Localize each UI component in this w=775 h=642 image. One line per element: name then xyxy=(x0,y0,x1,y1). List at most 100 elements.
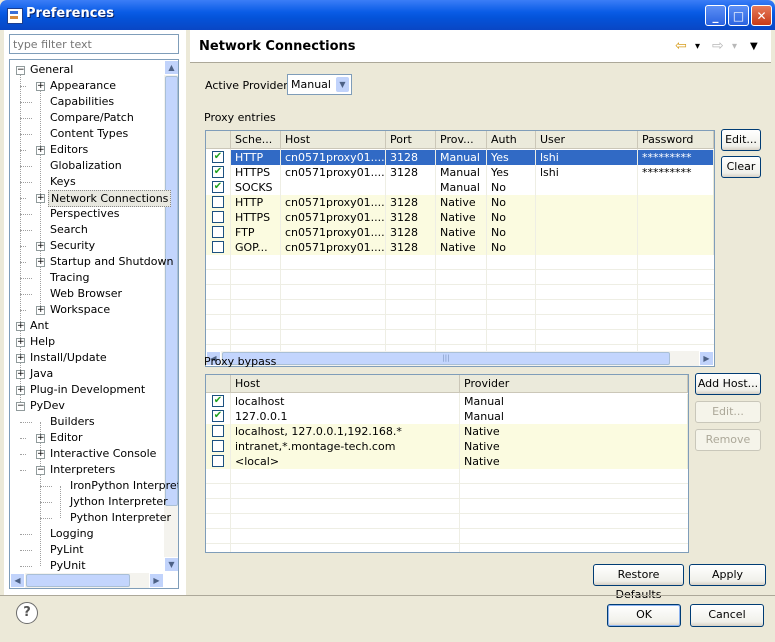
proxy-edit-button[interactable]: Edit... xyxy=(721,129,761,151)
tree-item[interactable]: − PyDev xyxy=(10,398,162,414)
row-checkbox[interactable]: ✔ xyxy=(212,395,224,407)
tree-item[interactable]: + Ant xyxy=(10,318,162,334)
forward-menu-chevron-icon[interactable]: ▾ xyxy=(732,41,737,52)
tree-item[interactable]: PyUnit xyxy=(10,558,162,574)
scroll-left-arrow[interactable]: ◀ xyxy=(10,573,25,588)
restore-defaults-button[interactable]: Restore Defaults xyxy=(593,564,684,601)
row-checkbox[interactable]: ✔ xyxy=(212,151,224,163)
remove-button[interactable]: Remove xyxy=(695,429,761,451)
scroll-thumb[interactable] xyxy=(165,76,178,506)
row-checkbox[interactable] xyxy=(212,196,224,208)
back-arrow-icon[interactable]: ⇦ xyxy=(675,38,687,54)
table-row[interactable]: ✔ 127.0.0.1 Manual xyxy=(206,409,688,424)
tree-horizontal-scrollbar[interactable]: ◀ ▶ xyxy=(10,573,164,588)
tree-item[interactable]: + Plug-in Development xyxy=(10,382,162,398)
add-host-button[interactable]: Add Host... xyxy=(695,373,761,395)
proxy-column-header[interactable]: Sche... xyxy=(231,131,281,149)
expand-icon[interactable]: + xyxy=(36,306,45,315)
tree-item[interactable]: + Help xyxy=(10,334,162,350)
expand-icon[interactable]: + xyxy=(36,434,45,443)
proxy-bypass-table[interactable]: Host Provider ✔ localhost Manual ✔ 127.0.0.1 M… xyxy=(205,374,689,553)
tree-item[interactable]: + Interactive Console xyxy=(10,446,162,462)
row-checkbox[interactable] xyxy=(212,440,224,452)
scroll-up-arrow[interactable]: ▲ xyxy=(164,60,178,75)
tree-item[interactable]: + Workspace xyxy=(10,302,162,318)
expand-icon[interactable]: + xyxy=(16,370,25,379)
tree-item[interactable]: Content Types xyxy=(10,126,162,142)
proxy-column-header[interactable]: User xyxy=(536,131,638,149)
tree-item[interactable]: Perspectives xyxy=(10,206,162,222)
expand-icon[interactable]: + xyxy=(16,386,25,395)
view-menu-icon[interactable]: ▼ xyxy=(750,41,758,52)
tree-item[interactable]: Builders xyxy=(10,414,162,430)
row-checkbox[interactable] xyxy=(212,425,224,437)
dropdown-arrow-icon[interactable]: ▼ xyxy=(335,76,350,93)
expand-icon[interactable]: + xyxy=(36,242,45,251)
tree-item[interactable]: Python Interpreter xyxy=(10,510,171,526)
tree-item[interactable]: + Editor xyxy=(10,430,162,446)
tree-item[interactable]: Logging xyxy=(10,526,162,542)
collapse-icon[interactable]: − xyxy=(16,66,25,75)
expand-icon[interactable]: + xyxy=(16,338,25,347)
row-checkbox[interactable] xyxy=(212,211,224,223)
tree-item[interactable]: + Editors xyxy=(10,142,162,158)
tree-item[interactable]: + Startup and Shutdown xyxy=(10,254,173,270)
tree-item[interactable]: − General xyxy=(10,62,162,78)
table-row[interactable]: <local> Native xyxy=(206,454,688,469)
expand-icon[interactable]: + xyxy=(36,258,45,267)
proxy-column-header[interactable]: Port xyxy=(386,131,436,149)
cancel-button[interactable]: Cancel xyxy=(690,604,764,627)
apply-button[interactable]: Apply xyxy=(689,564,766,586)
tree-item[interactable]: Web Browser xyxy=(10,286,162,302)
bypass-column-header[interactable]: Host xyxy=(231,375,460,393)
tree-item[interactable]: Capabilities xyxy=(10,94,162,110)
expand-icon[interactable]: + xyxy=(16,322,25,331)
proxy-entries-table[interactable]: Sche... Host Port Prov... Auth User Password ◀… xyxy=(205,130,715,367)
help-icon[interactable]: ? xyxy=(16,602,38,624)
bypass-column-header[interactable] xyxy=(206,375,231,393)
title-bar[interactable]: Preferences _ □ ✕ xyxy=(0,0,775,30)
tree-item[interactable]: + Appearance xyxy=(10,78,162,94)
proxy-horizontal-scrollbar[interactable]: ◀ ||| ▶ xyxy=(206,351,714,366)
proxy-column-header[interactable]: Host xyxy=(281,131,386,149)
minimize-button[interactable]: _ xyxy=(705,5,726,26)
table-row[interactable]: localhost, 127.0.0.1,192.168.* Native xyxy=(206,424,688,439)
tree-item[interactable]: IronPython Interpreter xyxy=(10,478,178,494)
scroll-right-arrow[interactable]: ▶ xyxy=(149,573,164,588)
proxy-column-header[interactable]: Auth xyxy=(487,131,536,149)
row-checkbox[interactable]: ✔ xyxy=(212,410,224,422)
tree-item[interactable]: Tracing xyxy=(10,270,162,286)
tree-item[interactable]: PyLint xyxy=(10,542,162,558)
ok-button[interactable]: OK xyxy=(607,604,681,627)
row-checkbox[interactable] xyxy=(212,241,224,253)
tree-item[interactable]: Search xyxy=(10,222,162,238)
expand-icon[interactable]: + xyxy=(36,450,45,459)
tree-item[interactable]: Jython Interpreter xyxy=(10,494,168,510)
row-checkbox[interactable] xyxy=(212,226,224,238)
proxy-column-header[interactable]: Password xyxy=(638,131,714,149)
tree-item[interactable]: + Java xyxy=(10,366,162,382)
collapse-icon[interactable]: − xyxy=(16,402,25,411)
bypass-edit-button[interactable]: Edit... xyxy=(695,401,761,423)
forward-arrow-icon[interactable]: ⇨ xyxy=(712,38,724,54)
tree-item[interactable]: − Interpreters xyxy=(10,462,162,478)
bypass-column-header[interactable]: Provider xyxy=(460,375,688,393)
proxy-column-header[interactable] xyxy=(206,131,231,149)
row-checkbox[interactable]: ✔ xyxy=(212,166,224,178)
table-row[interactable]: intranet,*.montage-tech.com Native xyxy=(206,439,688,454)
proxy-clear-button[interactable]: Clear xyxy=(721,156,761,178)
scroll-down-arrow[interactable]: ▼ xyxy=(164,557,178,572)
tree-item[interactable]: + Security xyxy=(10,238,162,254)
row-checkbox[interactable] xyxy=(212,455,224,467)
close-button[interactable]: ✕ xyxy=(751,5,772,26)
filter-input[interactable] xyxy=(9,34,179,54)
scroll-thumb[interactable]: ||| xyxy=(222,352,670,365)
expand-icon[interactable]: + xyxy=(36,82,45,91)
table-row[interactable]: ✔ localhost Manual xyxy=(206,394,688,409)
tree-item[interactable]: + Network Connections xyxy=(10,190,172,207)
proxy-column-header[interactable]: Prov... xyxy=(436,131,487,149)
row-checkbox[interactable]: ✔ xyxy=(212,181,224,193)
back-menu-chevron-icon[interactable]: ▾ xyxy=(695,41,700,52)
expand-icon[interactable]: + xyxy=(16,354,25,363)
tree-item[interactable]: Compare/Patch xyxy=(10,110,162,126)
